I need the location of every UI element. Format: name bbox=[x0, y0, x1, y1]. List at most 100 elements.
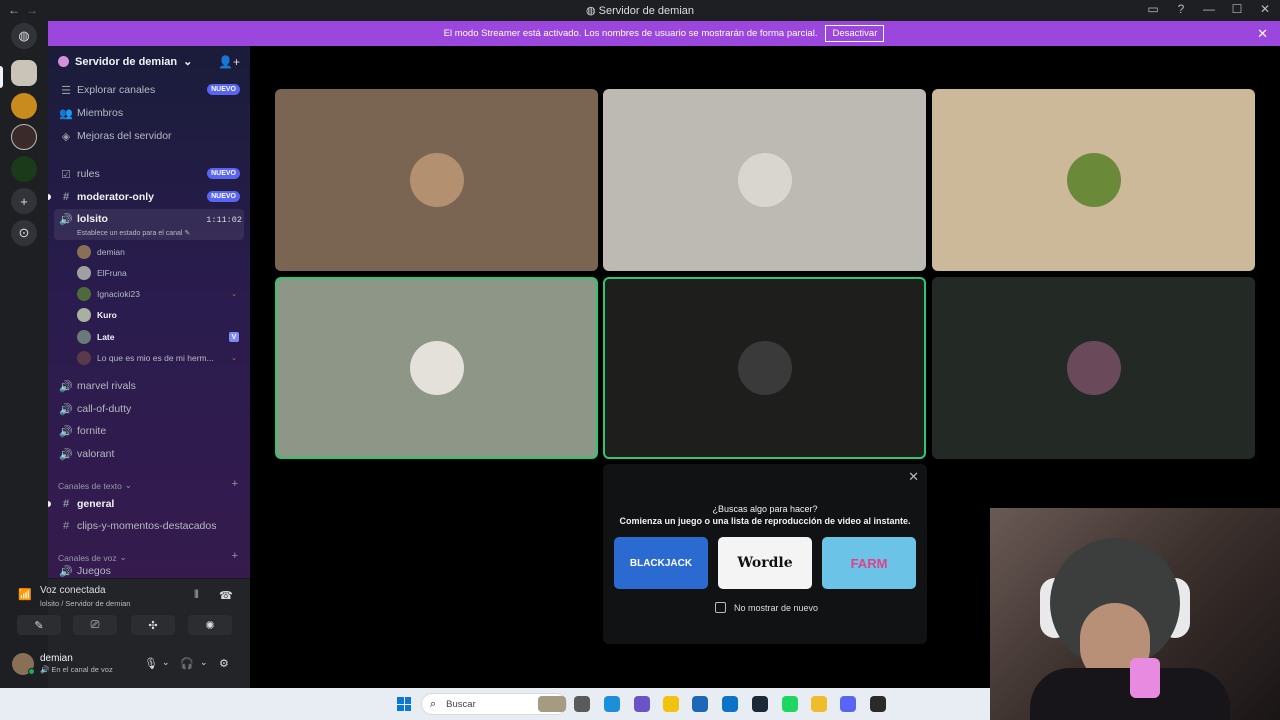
explore-compass-icon[interactable]: ⊙ bbox=[11, 220, 37, 246]
taskbar-app-icon[interactable] bbox=[752, 696, 768, 712]
channel-general[interactable]: # general bbox=[58, 494, 244, 514]
taskbar-app-icon[interactable] bbox=[870, 696, 886, 712]
channel-clips[interactable]: # clips-y-momentos-destacados bbox=[58, 516, 244, 536]
discord-window: ← → ◍ Servidor de demian ▭ ? — ☐ ✕ ◍ + ⊙… bbox=[0, 0, 1280, 720]
category-text-channels[interactable]: Canales de texto ⌄ bbox=[58, 480, 132, 491]
voice-channel-marvel-rivals[interactable]: 🔊 marvel rivals bbox=[58, 376, 244, 396]
share-screen-button[interactable]: ⎚ bbox=[73, 615, 117, 635]
channel-moderator-only[interactable]: # moderator-only NUEVO bbox=[58, 187, 244, 207]
voice-user-row[interactable]: Ignacioki23 ⌄ bbox=[77, 285, 245, 303]
taskbar-app-icon[interactable] bbox=[722, 696, 738, 712]
chevron-down-icon: ⌄ bbox=[124, 480, 132, 490]
dont-show-again-label[interactable]: No mostrar de nuevo bbox=[734, 603, 818, 613]
voice-connected-subtitle[interactable]: lolsito / Servidor de demian bbox=[40, 599, 130, 608]
server-icon-3[interactable] bbox=[11, 124, 37, 150]
rgb-light bbox=[1130, 658, 1160, 698]
voice-channel-fornite[interactable]: 🔊 fornite bbox=[58, 421, 244, 441]
server-icon-2[interactable] bbox=[11, 93, 37, 119]
invite-people-icon[interactable]: 👤+ bbox=[218, 55, 240, 69]
avatar bbox=[737, 341, 792, 395]
disconnect-icon[interactable]: ☎ bbox=[219, 589, 233, 602]
rules-icon: ☑ bbox=[61, 168, 71, 181]
channel-rules[interactable]: ☑ rules NUEVO bbox=[58, 164, 244, 184]
taskbar-app-icon[interactable] bbox=[840, 696, 856, 712]
minimize-button[interactable]: — bbox=[1202, 2, 1216, 16]
participant-tile[interactable] bbox=[603, 277, 926, 459]
settings-gear-icon[interactable]: ⚙ bbox=[219, 657, 229, 670]
taskbar-app-icon[interactable] bbox=[663, 696, 679, 712]
voice-channel-valorant[interactable]: 🔊 valorant bbox=[58, 444, 244, 464]
voice-user-row[interactable]: Kuro bbox=[77, 306, 245, 324]
taskbar-app-icon[interactable] bbox=[574, 696, 590, 712]
avatar bbox=[77, 330, 91, 344]
participant-tile[interactable] bbox=[275, 277, 598, 459]
taskbar-app-icon[interactable] bbox=[538, 696, 566, 712]
inbox-icon[interactable]: ▭ bbox=[1146, 2, 1160, 16]
server-icon-4[interactable] bbox=[11, 156, 37, 182]
close-icon[interactable]: ✕ bbox=[908, 469, 919, 485]
set-channel-status[interactable]: Establece un estado para el canal ✎ bbox=[77, 229, 190, 237]
signal-icon[interactable]: 📶 bbox=[18, 588, 32, 601]
voice-user-name: Lo que es mio es de mi herm... bbox=[97, 353, 214, 363]
server-boosts-item[interactable]: ◈ Mejoras del servidor bbox=[58, 126, 244, 146]
voice-user-row[interactable]: ElFruna bbox=[77, 264, 245, 282]
home-discord-icon[interactable]: ◍ bbox=[11, 23, 37, 49]
voice-user-name: Kuro bbox=[97, 310, 117, 320]
voice-user-name: Ignacioki23 bbox=[97, 289, 141, 299]
taskbar-app-icon[interactable] bbox=[811, 696, 827, 712]
audio-options-chevron-icon[interactable]: ⌄ bbox=[200, 657, 208, 668]
game-blackjack-card[interactable]: BLACKJACK bbox=[614, 537, 708, 589]
voice-user-row[interactable]: demian bbox=[77, 243, 245, 261]
taskbar-app-icon[interactable] bbox=[692, 696, 708, 712]
unread-indicator bbox=[48, 194, 51, 200]
help-icon[interactable]: ? bbox=[1174, 2, 1188, 16]
category-voice-channels[interactable]: Canales de voz ⌄ bbox=[58, 552, 127, 563]
mic-options-chevron-icon[interactable]: ⌄ bbox=[162, 657, 170, 668]
taskbar-app-icon[interactable] bbox=[782, 696, 798, 712]
members-item[interactable]: 👥 Miembros bbox=[58, 103, 244, 123]
dont-show-again-checkbox[interactable] bbox=[715, 602, 726, 613]
back-arrow-icon[interactable]: ← bbox=[8, 3, 20, 17]
soundboard-button[interactable]: ✺ bbox=[188, 615, 232, 635]
voice-channel-juegos[interactable]: 🔊 Juegos bbox=[58, 565, 244, 577]
disable-streamer-button[interactable]: Desactivar bbox=[825, 25, 885, 42]
server-badge-icon bbox=[58, 56, 69, 67]
avatar bbox=[1066, 341, 1121, 395]
headphones-icon[interactable]: 🎧 bbox=[180, 657, 194, 670]
browse-channels[interactable]: ☰ Explorar canales NUEVO bbox=[58, 80, 244, 100]
participant-tile[interactable] bbox=[932, 89, 1255, 271]
microphone-icon[interactable]: 🎙 bbox=[144, 657, 158, 670]
noise-suppression-icon[interactable]: ⦀ bbox=[194, 589, 199, 602]
voice-user-row[interactable]: Lo que es mio es de mi herm... ⌄ bbox=[77, 349, 245, 367]
server-header[interactable]: Servidor de demian ⌄ bbox=[58, 55, 192, 68]
add-text-channel-icon[interactable]: + bbox=[232, 478, 238, 490]
members-icon: 👥 bbox=[59, 107, 73, 120]
close-banner-icon[interactable]: ✕ bbox=[1257, 26, 1268, 42]
hash-icon: # bbox=[62, 498, 70, 510]
voice-channel-call-of-dutty[interactable]: 🔊 call-of-dutty bbox=[58, 399, 244, 419]
activity-suggestion-popup: ✕ ¿Buscas algo para hacer? Comienza un j… bbox=[603, 464, 927, 644]
windows-start-icon[interactable] bbox=[397, 697, 411, 711]
server-demian-icon[interactable] bbox=[11, 60, 37, 86]
activity-subtitle: Comienza un juego o una lista de reprodu… bbox=[619, 516, 911, 526]
taskbar-app-icon[interactable] bbox=[634, 696, 650, 712]
participant-tile[interactable] bbox=[603, 89, 926, 271]
voice-user-row[interactable]: Late V bbox=[77, 328, 245, 346]
voice-connected-title: Voz conectada bbox=[40, 585, 106, 596]
boost-icon: ◈ bbox=[61, 130, 71, 143]
camera-off-button[interactable]: ✎ bbox=[17, 615, 61, 635]
game-farm-card[interactable]: FARM bbox=[822, 537, 916, 589]
maximize-button[interactable]: ☐ bbox=[1230, 2, 1244, 16]
close-window-button[interactable]: ✕ bbox=[1258, 2, 1272, 16]
taskbar-app-icon[interactable] bbox=[604, 696, 620, 712]
voice-user-name: ElFruna bbox=[97, 268, 127, 278]
participant-tile[interactable] bbox=[275, 89, 598, 271]
unread-indicator bbox=[48, 501, 51, 507]
forward-arrow-icon[interactable]: → bbox=[26, 3, 38, 17]
add-voice-channel-icon[interactable]: + bbox=[232, 550, 238, 562]
add-server-icon[interactable]: + bbox=[11, 188, 37, 214]
participant-tile[interactable] bbox=[932, 277, 1255, 459]
activities-button[interactable]: ✣ bbox=[131, 615, 175, 635]
voice-user-name: demian bbox=[97, 247, 125, 257]
game-wordle-card[interactable]: Wordle bbox=[718, 537, 812, 589]
